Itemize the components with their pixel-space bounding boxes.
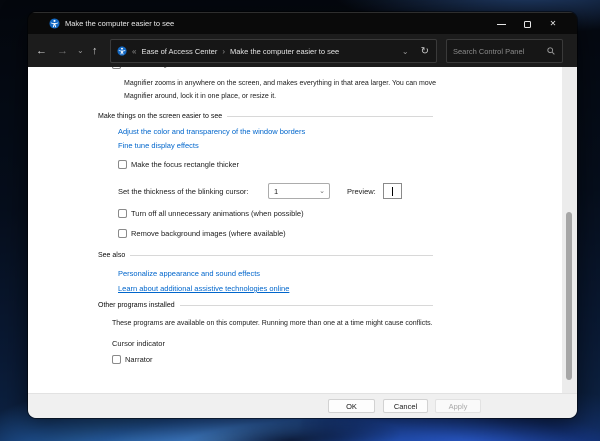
recent-pages-chevron-icon[interactable]: ⌄	[77, 34, 84, 67]
cursor-preview-caret	[392, 187, 393, 196]
ease-of-access-window: Make the computer easier to see ✕ ← → ⌄ …	[28, 12, 577, 418]
dialog-footer: OK Cancel Apply	[28, 393, 577, 418]
checkbox-label: Make the focus rectangle thicker	[131, 160, 239, 169]
dropdown-value: 1	[269, 187, 278, 196]
section-rule	[227, 116, 433, 117]
link-personalize[interactable]: Personalize appearance and sound effects	[118, 269, 260, 278]
back-icon[interactable]: ←	[36, 34, 47, 67]
ok-button[interactable]: OK	[328, 399, 375, 413]
cancel-button[interactable]: Cancel	[383, 399, 428, 413]
breadcrumb-overflow-icon[interactable]: «	[132, 47, 136, 56]
close-button[interactable]: ✕	[540, 13, 566, 35]
forward-icon[interactable]: →	[57, 34, 68, 67]
maximize-icon	[524, 21, 531, 28]
cursor-indicator-label: Cursor indicator	[112, 339, 165, 348]
close-icon: ✕	[550, 20, 557, 28]
cursor-preview-box	[383, 183, 402, 199]
section-header-easier-to-see: Make things on the screen easier to see	[98, 113, 433, 120]
desktop: Make the computer easier to see ✕ ← → ⌄ …	[0, 0, 600, 441]
focus-rectangle-row[interactable]: Make the focus rectangle thicker	[118, 160, 239, 169]
breadcrumb-root[interactable]: Ease of Access Center	[141, 47, 217, 56]
checkbox[interactable]	[112, 67, 121, 69]
maximize-button[interactable]	[514, 13, 540, 35]
focus-rectangle-checkbox[interactable]	[118, 160, 127, 169]
title-bar[interactable]: Make the computer easier to see ✕	[28, 12, 577, 34]
link-assistive-technologies[interactable]: Learn about additional assistive technol…	[118, 284, 289, 293]
link-fine-tune-display[interactable]: Fine tune display effects	[118, 141, 199, 150]
vertical-scrollbar[interactable]	[562, 67, 577, 393]
checkbox-label: Turn off all unnecessary animations (whe…	[131, 209, 304, 218]
search-icon[interactable]	[547, 47, 555, 55]
animations-row[interactable]: Turn off all unnecessary animations (whe…	[118, 209, 304, 218]
section-rule	[180, 305, 433, 306]
ease-of-access-icon	[117, 46, 127, 56]
refresh-icon[interactable]: ↻	[421, 46, 429, 57]
address-bar[interactable]: « Ease of Access Center › Make the compu…	[110, 39, 437, 63]
chevron-down-icon: ⌄	[319, 187, 329, 195]
background-images-row[interactable]: Remove background images (where availabl…	[118, 229, 286, 238]
narrator-row[interactable]: Narrator	[112, 355, 153, 364]
address-dropdown-chevron-icon[interactable]: ⌄	[402, 47, 409, 56]
minimize-icon	[497, 24, 506, 25]
checkbox-label: Turn on Magnifier	[125, 67, 184, 72]
magnifier-description-line2: Magnifier around, lock it in one place, …	[124, 93, 276, 100]
section-title: See also	[98, 252, 125, 259]
breadcrumb-separator-icon: ›	[222, 47, 225, 56]
settings-page: Turn on Magnifier Magnifier zooms in any…	[28, 67, 577, 393]
section-header-see-also: See also	[98, 252, 433, 259]
checkbox-label: Remove background images (where availabl…	[131, 229, 286, 238]
other-programs-description: These programs are available on this com…	[112, 320, 433, 327]
cursor-thickness-dropdown[interactable]: 1 ⌄	[268, 183, 330, 199]
caption-buttons: ✕	[488, 13, 566, 35]
window-title: Make the computer easier to see	[65, 19, 174, 28]
search-input[interactable]	[447, 47, 547, 56]
breadcrumb-current[interactable]: Make the computer easier to see	[230, 47, 339, 56]
section-header-other-programs: Other programs installed	[98, 302, 433, 309]
checkbox-label: Narrator	[125, 355, 153, 364]
clipped-turn-on-magnifier-row[interactable]: Turn on Magnifier	[112, 67, 184, 72]
animations-checkbox[interactable]	[118, 209, 127, 218]
up-icon[interactable]: ↑	[92, 34, 98, 67]
minimize-button[interactable]	[488, 13, 514, 35]
apply-button: Apply	[435, 399, 481, 413]
preview-label: Preview:	[347, 187, 376, 196]
link-window-borders[interactable]: Adjust the color and transparency of the…	[118, 127, 305, 136]
cursor-thickness-label: Set the thickness of the blinking cursor…	[118, 187, 249, 196]
section-title: Make things on the screen easier to see	[98, 113, 222, 120]
background-images-checkbox[interactable]	[118, 229, 127, 238]
section-title: Other programs installed	[98, 302, 175, 309]
scrollbar-thumb[interactable]	[566, 212, 572, 380]
magnifier-description-line1: Magnifier zooms in anywhere on the scree…	[124, 80, 436, 87]
ease-of-access-icon	[49, 18, 60, 29]
search-box[interactable]	[446, 39, 563, 63]
narrator-checkbox[interactable]	[112, 355, 121, 364]
section-rule	[130, 255, 433, 256]
navigation-toolbar: ← → ⌄ ↑ « Ease of Access Center › Make t…	[28, 34, 577, 67]
